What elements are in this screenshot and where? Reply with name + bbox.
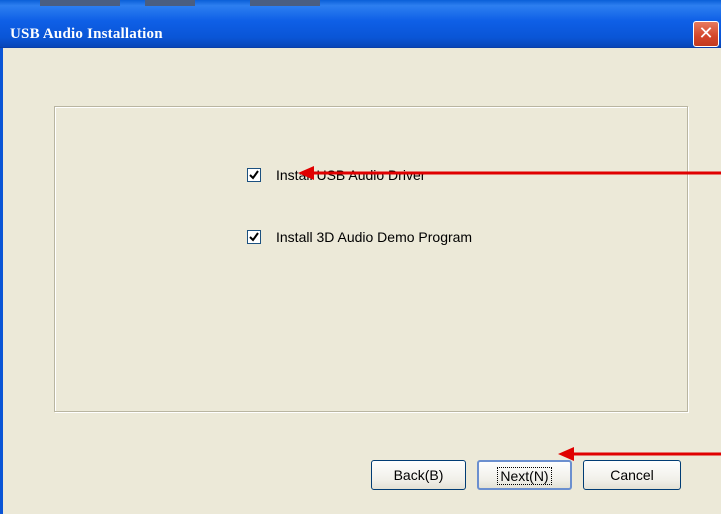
close-button[interactable]: ✕: [693, 21, 719, 47]
next-button-label: Next(N): [497, 467, 552, 485]
back-button[interactable]: Back(B): [371, 460, 466, 490]
close-icon: ✕: [698, 23, 714, 44]
next-button[interactable]: Next(N): [477, 460, 572, 490]
window-title: USB Audio Installation: [10, 26, 163, 42]
check-icon: [249, 232, 259, 242]
back-button-label: Back(B): [393, 467, 444, 483]
option-label: Install 3D Audio Demo Program: [276, 229, 473, 245]
option-install-demo[interactable]: Install 3D Audio Demo Program: [247, 229, 472, 245]
option-install-driver[interactable]: Install USB Audio Driver: [247, 167, 425, 183]
cancel-button-label: Cancel: [610, 467, 654, 483]
title-bar-edge: [145, 0, 195, 6]
checkbox-install-driver[interactable]: [247, 168, 261, 182]
cancel-button[interactable]: Cancel: [583, 460, 681, 490]
checkbox-install-demo[interactable]: [247, 230, 261, 244]
check-icon: [249, 170, 259, 180]
option-label: Install USB Audio Driver: [276, 167, 426, 183]
title-bar[interactable]: USB Audio Installation ✕: [0, 0, 721, 48]
title-bar-edge: [40, 0, 120, 6]
title-bar-edge: [250, 0, 320, 6]
options-group: [54, 106, 688, 412]
